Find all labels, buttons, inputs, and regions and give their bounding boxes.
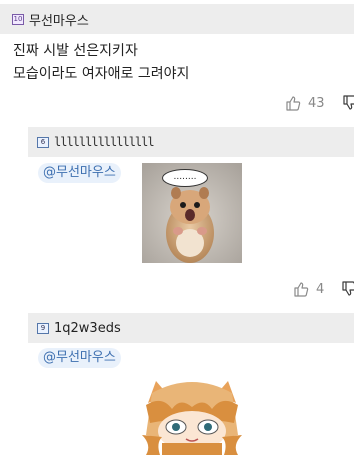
upvote-count: 4 bbox=[316, 281, 325, 297]
anime-image[interactable] bbox=[142, 375, 242, 455]
vote-row: 4 bbox=[293, 281, 354, 297]
comment-line: 진짜 시발 선은지키자 bbox=[13, 43, 138, 59]
hamster-image[interactable]: ........ bbox=[142, 163, 242, 263]
thumb-down-icon[interactable] bbox=[342, 95, 354, 111]
nickname[interactable]: 1q2w3eds bbox=[54, 321, 121, 336]
level-badge-icon: 6 bbox=[37, 136, 49, 148]
reply-header: 9 1q2w3eds bbox=[28, 313, 354, 343]
thumb-up-icon[interactable] bbox=[285, 95, 301, 111]
level-badge-icon: 10 bbox=[12, 13, 24, 25]
nickname[interactable]: 무선마우스 bbox=[29, 10, 89, 29]
thumb-down-icon[interactable] bbox=[341, 281, 354, 297]
reply-header: 6 llllllllllllllll bbox=[28, 127, 354, 157]
thumb-up-icon[interactable] bbox=[293, 281, 309, 297]
speech-bubble: ........ bbox=[162, 169, 208, 187]
mention-tag[interactable]: @무선마우스 bbox=[38, 348, 121, 368]
mention-tag[interactable]: @무선마우스 bbox=[38, 163, 121, 183]
anime-cat-illustration bbox=[142, 381, 242, 455]
level-badge-icon: 9 bbox=[37, 322, 49, 334]
comment-header: 10 무선마우스 bbox=[0, 4, 354, 34]
comment-line: 모습이라도 여자애로 그려야지 bbox=[13, 66, 190, 82]
nickname[interactable]: llllllllllllllll bbox=[54, 135, 155, 149]
comment-body: 진짜 시발 선은지키자 모습이라도 여자애로 그려야지 bbox=[13, 40, 189, 86]
vote-row: 43 bbox=[285, 95, 354, 111]
upvote-count: 43 bbox=[308, 95, 325, 111]
